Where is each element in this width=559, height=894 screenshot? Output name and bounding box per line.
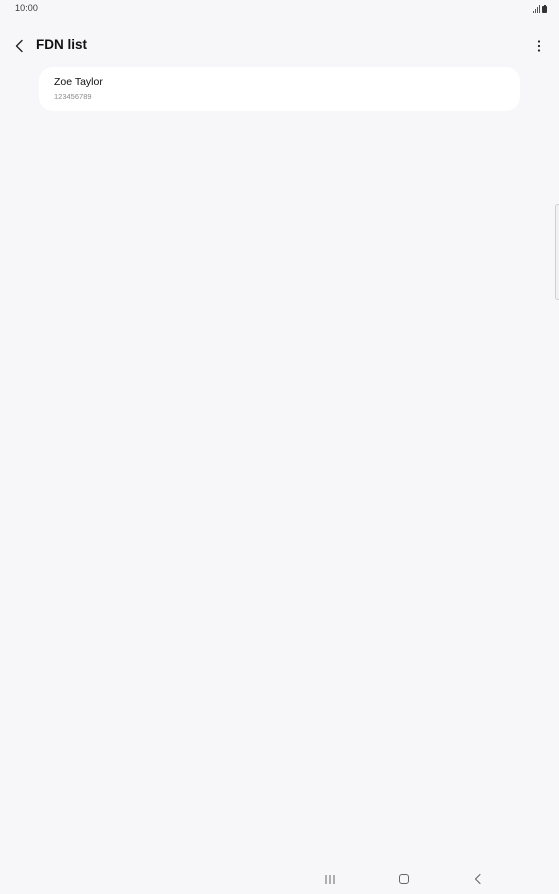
- back-button[interactable]: [8, 34, 32, 58]
- signal-icon: [533, 5, 540, 13]
- battery-icon: [542, 5, 547, 13]
- status-time: 10:00: [15, 3, 39, 13]
- edge-panel-handle[interactable]: [555, 204, 559, 300]
- nav-back-button[interactable]: [468, 870, 488, 888]
- app-bar: FDN list: [0, 30, 559, 62]
- recents-icon: [325, 874, 335, 884]
- fdn-contact-item[interactable]: Zoe Taylor 123456789: [39, 67, 520, 111]
- home-button[interactable]: [394, 870, 414, 888]
- contact-name: Zoe Taylor: [54, 76, 103, 88]
- back-icon: [474, 873, 481, 885]
- back-arrow-icon: [15, 39, 23, 53]
- more-vertical-icon: [537, 40, 541, 52]
- more-options-button[interactable]: [529, 34, 549, 58]
- fdn-list-card: Zoe Taylor 123456789: [39, 67, 520, 111]
- recents-button[interactable]: [320, 870, 340, 888]
- home-icon: [399, 874, 409, 884]
- status-bar: 10:00: [0, 0, 559, 18]
- navigation-bar: [0, 864, 559, 894]
- contact-number: 123456789: [54, 92, 92, 101]
- fdn-list-screen: 10:00 FDN list Zoe Taylor 123456789: [0, 0, 559, 894]
- page-title: FDN list: [36, 37, 88, 52]
- status-icons: [533, 4, 547, 13]
